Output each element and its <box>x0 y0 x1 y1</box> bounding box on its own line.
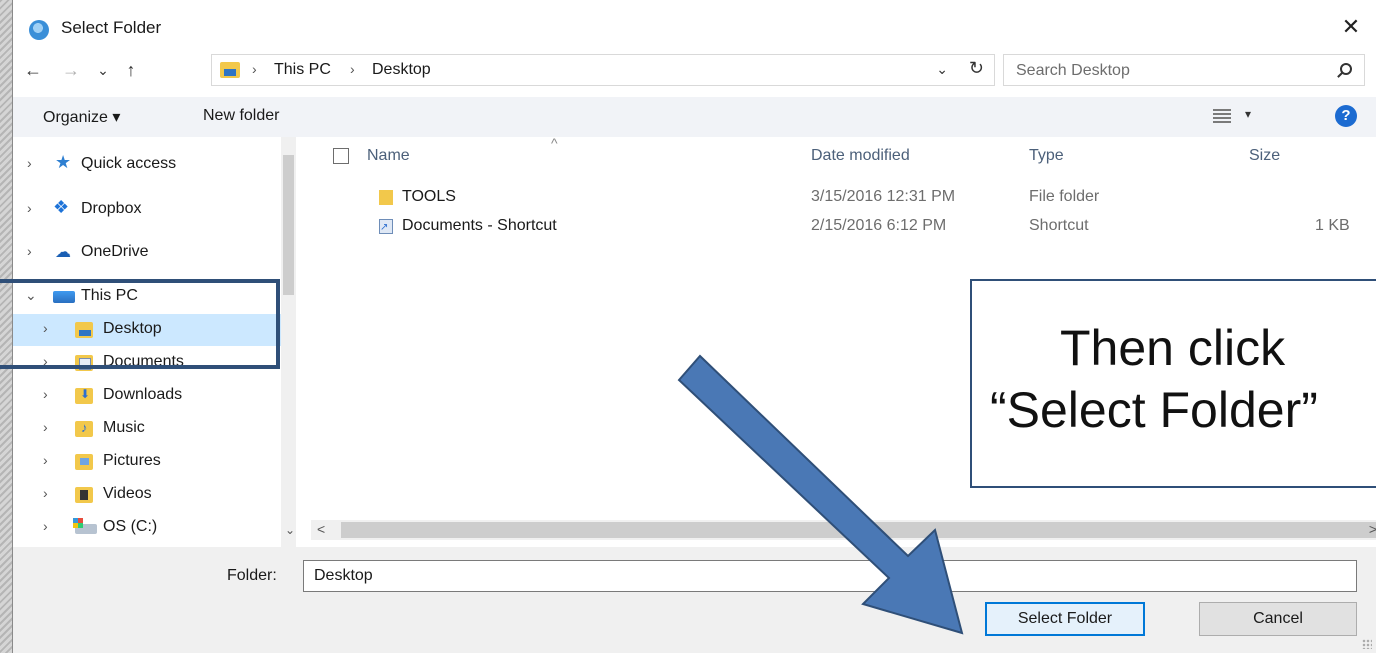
horizontal-scrollbar-thumb[interactable] <box>341 522 1376 538</box>
scroll-down-icon[interactable]: ⌄ <box>285 523 295 537</box>
expand-chevron-icon[interactable]: › <box>27 155 32 171</box>
expand-chevron-icon[interactable]: › <box>43 419 48 435</box>
folder-icon <box>379 190 393 205</box>
expand-chevron-icon[interactable]: › <box>27 200 32 216</box>
select-folder-button[interactable]: Select Folder <box>985 602 1145 636</box>
search-icon[interactable] <box>1340 63 1352 75</box>
file-date: 2/15/2016 6:12 PM <box>811 217 947 234</box>
drive-icon <box>73 518 97 534</box>
file-row-tools[interactable]: TOOLS 3/15/2016 12:31 PM File folder <box>371 186 1371 210</box>
file-type: File folder <box>1029 188 1100 205</box>
up-arrow-icon[interactable]: ↑ <box>119 58 143 82</box>
help-icon[interactable]: ? <box>1335 105 1357 127</box>
sidebar-item-downloads[interactable]: › Downloads <box>13 380 281 412</box>
dropbox-icon: ❖ <box>53 197 70 217</box>
star-icon: ★ <box>55 152 72 172</box>
app-icon <box>29 20 49 40</box>
sidebar-item-label: Dropbox <box>81 200 142 217</box>
select-all-checkbox[interactable] <box>333 148 349 164</box>
downloads-folder-icon <box>75 387 93 404</box>
file-name: Documents - Shortcut <box>402 217 557 234</box>
music-folder-icon <box>75 420 93 437</box>
column-header-type[interactable]: Type <box>1029 147 1064 165</box>
instruction-callout: Then click “Select Folder” <box>970 279 1376 488</box>
scroll-right-icon[interactable]: > <box>1369 521 1376 537</box>
recent-locations-chevron-icon[interactable]: ⌄ <box>91 58 115 82</box>
expand-chevron-icon[interactable]: › <box>27 243 32 259</box>
sidebar-item-music[interactable]: › Music <box>13 413 281 445</box>
breadcrumb-desktop[interactable]: Desktop <box>372 61 431 79</box>
file-size: 1 KB <box>1315 217 1350 234</box>
highlight-box <box>0 279 280 369</box>
callout-line-1: Then click <box>1060 320 1286 376</box>
sidebar-item-quick-access[interactable]: › ★ Quick access <box>13 149 281 181</box>
search-box[interactable]: Search Desktop <box>1003 54 1365 86</box>
sidebar-item-label: OneDrive <box>81 243 149 260</box>
pictures-folder-icon <box>75 454 93 470</box>
organize-menu[interactable]: Organize ▾ <box>43 107 120 127</box>
expand-chevron-icon[interactable]: › <box>43 386 48 402</box>
sidebar-item-videos[interactable]: › Videos <box>13 479 281 511</box>
file-name: TOOLS <box>402 188 456 205</box>
sidebar-item-label: Pictures <box>103 452 161 469</box>
expand-chevron-icon[interactable]: › <box>43 452 48 468</box>
address-bar[interactable]: › This PC › Desktop ⌄ ↻ <box>211 54 995 86</box>
sidebar-item-onedrive[interactable]: › ☁ OneDrive <box>13 237 281 269</box>
sidebar-item-label: Downloads <box>103 386 183 403</box>
sidebar-item-os-c[interactable]: › OS (C:) <box>13 512 281 544</box>
file-date: 3/15/2016 12:31 PM <box>811 188 956 205</box>
column-header-size[interactable]: Size <box>1249 147 1280 165</box>
sidebar-item-pictures[interactable]: › Pictures <box>13 446 281 478</box>
expand-chevron-icon[interactable]: › <box>43 485 48 501</box>
breadcrumb-this-pc[interactable]: This PC <box>274 61 331 79</box>
folder-label: Folder: <box>227 567 277 584</box>
dialog-footer: Folder: Select Folder Cancel <box>13 547 1376 653</box>
new-folder-button[interactable]: New folder <box>203 107 279 125</box>
window-title: Select Folder <box>61 18 162 37</box>
command-toolbar: Organize ▾ New folder ▾ ? <box>13 97 1376 137</box>
close-button[interactable]: ✕ <box>1336 12 1366 42</box>
column-header-name[interactable]: Name <box>367 147 410 165</box>
folder-input[interactable] <box>303 560 1357 592</box>
sort-ascending-icon: ^ <box>551 135 558 151</box>
title-bar: Select Folder ✕ <box>13 0 1376 50</box>
horizontal-scrollbar[interactable]: < > <box>311 520 1376 540</box>
cancel-button[interactable]: Cancel <box>1199 602 1357 636</box>
sidebar-item-label: Quick access <box>81 155 177 172</box>
navigation-row: ← → ⌄ ↑ › This PC › Desktop ⌄ ↻ Search D… <box>13 50 1376 90</box>
resize-grip-icon[interactable] <box>1362 639 1372 649</box>
shortcut-icon <box>379 219 393 234</box>
forward-arrow-icon[interactable]: → <box>59 58 83 82</box>
scroll-left-icon[interactable]: < <box>317 521 325 537</box>
navigation-scrollbar-thumb[interactable] <box>283 155 294 295</box>
sidebar-item-label: Videos <box>103 485 152 502</box>
callout-line-2: “Select Folder” <box>990 382 1318 438</box>
back-arrow-icon[interactable]: ← <box>21 58 45 82</box>
refresh-icon[interactable]: ↻ <box>969 58 984 79</box>
sidebar-item-label: Music <box>103 419 145 436</box>
file-row-documents-shortcut[interactable]: Documents - Shortcut 2/15/2016 6:12 PM S… <box>371 215 1371 239</box>
view-options-icon[interactable] <box>1213 109 1231 123</box>
breadcrumb-separator: › <box>252 61 257 77</box>
videos-folder-icon <box>75 487 93 503</box>
breadcrumb-separator: › <box>350 61 355 77</box>
desktop-folder-icon <box>220 62 240 78</box>
expand-chevron-icon[interactable]: › <box>43 518 48 534</box>
onedrive-cloud-icon: ☁ <box>55 244 71 261</box>
view-options-caret-icon[interactable]: ▾ <box>1245 107 1251 121</box>
search-placeholder: Search Desktop <box>1016 62 1130 79</box>
sidebar-item-label: OS (C:) <box>103 518 158 535</box>
column-header-date-modified[interactable]: Date modified <box>811 147 910 165</box>
file-type: Shortcut <box>1029 217 1089 234</box>
address-dropdown-chevron-icon[interactable]: ⌄ <box>936 61 948 78</box>
sidebar-item-dropbox[interactable]: › ❖ Dropbox <box>13 194 281 226</box>
